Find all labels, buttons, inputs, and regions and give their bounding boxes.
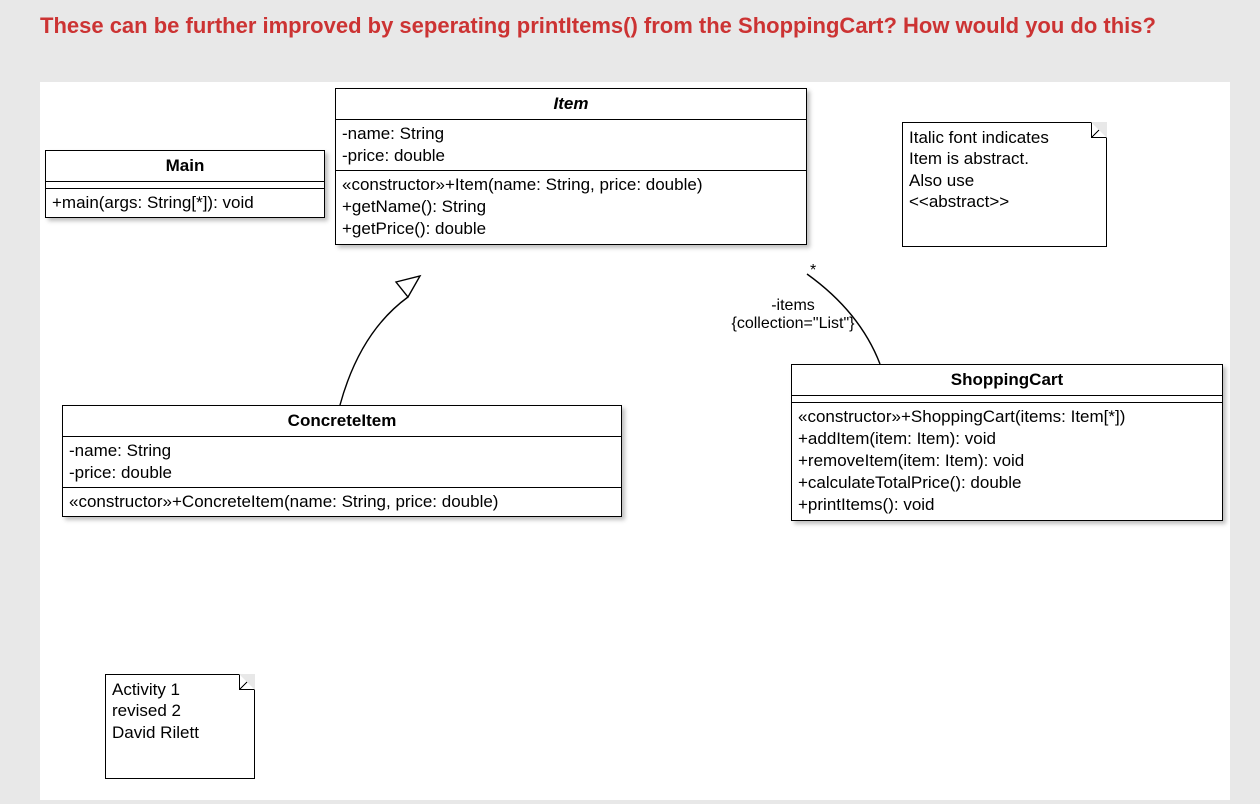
note-fold-icon	[239, 674, 255, 690]
question-heading: These can be further improved by seperat…	[40, 12, 1220, 40]
item-op-constructor: «constructor»+Item(name: String, price: …	[342, 174, 800, 196]
assoc-role: -items {collection="List"}	[708, 297, 878, 333]
uml-class-concreteitem: ConcreteItem -name: String -price: doubl…	[62, 405, 622, 517]
main-operations: +main(args: String[*]): void	[46, 189, 324, 217]
note-abstract-l1: Italic font indicates	[909, 127, 1098, 148]
class-name-concreteitem: ConcreteItem	[63, 406, 621, 437]
item-operations: «constructor»+Item(name: String, price: …	[336, 171, 806, 243]
assoc-multiplicity: *	[810, 262, 816, 280]
note-author-l1: Activity 1	[112, 679, 246, 700]
main-attributes-empty	[46, 182, 324, 189]
class-name-item: Item	[336, 89, 806, 120]
item-op-getprice: +getPrice(): double	[342, 218, 800, 240]
note-abstract-l2: Item is abstract.	[909, 148, 1098, 169]
generalization-arrowhead-icon	[396, 276, 420, 297]
item-op-getname: +getName(): String	[342, 196, 800, 218]
concrete-attr-name: -name: String	[69, 440, 615, 462]
cart-attributes-empty	[792, 396, 1222, 403]
concrete-operations: «constructor»+ConcreteItem(name: String,…	[63, 488, 621, 516]
generalization-line	[340, 297, 408, 405]
class-name-shoppingcart: ShoppingCart	[792, 365, 1222, 396]
item-attr-name: -name: String	[342, 123, 800, 145]
note-author-l2: revised 2	[112, 700, 246, 721]
cart-op-removeitem: +removeItem(item: Item): void	[798, 450, 1216, 472]
concrete-op-constructor: «constructor»+ConcreteItem(name: String,…	[69, 491, 615, 513]
cart-op-constructor: «constructor»+ShoppingCart(items: Item[*…	[798, 406, 1216, 428]
note-abstract-l4: <<abstract>>	[909, 191, 1098, 212]
uml-class-main: Main +main(args: String[*]): void	[45, 150, 325, 218]
cart-op-calctotal: +calculateTotalPrice(): double	[798, 472, 1216, 494]
diagram-canvas: Main +main(args: String[*]): void Item -…	[40, 82, 1230, 800]
concrete-attr-price: -price: double	[69, 462, 615, 484]
cart-operations: «constructor»+ShoppingCart(items: Item[*…	[792, 403, 1222, 519]
note-fold-icon	[1091, 122, 1107, 138]
concrete-attributes: -name: String -price: double	[63, 437, 621, 488]
uml-class-shoppingcart: ShoppingCart «constructor»+ShoppingCart(…	[791, 364, 1223, 521]
class-name-main: Main	[46, 151, 324, 182]
item-attributes: -name: String -price: double	[336, 120, 806, 171]
item-attr-price: -price: double	[342, 145, 800, 167]
cart-op-printitems: +printItems(): void	[798, 494, 1216, 516]
uml-note-abstract: Italic font indicates Item is abstract. …	[902, 122, 1107, 247]
note-author-l3: David Rilett	[112, 722, 246, 743]
uml-note-author: Activity 1 revised 2 David Rilett	[105, 674, 255, 779]
main-op-main: +main(args: String[*]): void	[52, 192, 318, 214]
assoc-constraint: {collection="List"}	[708, 315, 878, 333]
cart-op-additem: +addItem(item: Item): void	[798, 428, 1216, 450]
note-abstract-l3: Also use	[909, 170, 1098, 191]
assoc-role-name: -items	[708, 297, 878, 315]
uml-class-item: Item -name: String -price: double «const…	[335, 88, 807, 245]
